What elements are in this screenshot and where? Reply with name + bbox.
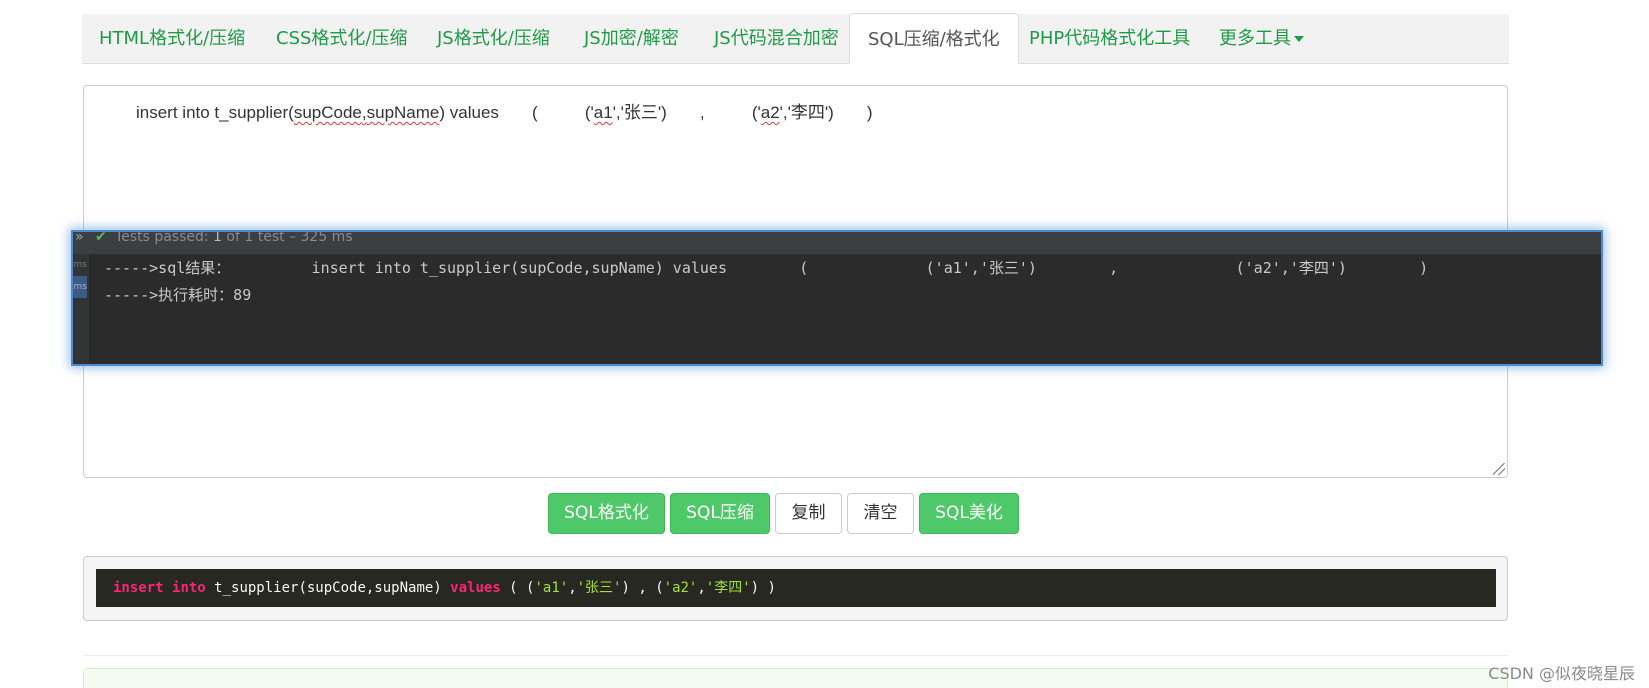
page: HTML格式化/压缩 CSS格式化/压缩 JS格式化/压缩 JS加密/解密 JS… <box>0 0 1649 688</box>
gutter-marker: ms <box>73 260 87 270</box>
tab-css-format[interactable]: CSS格式化/压缩 <box>276 14 407 63</box>
sql-output-panel: insert into t_supplier(supCode,supName) … <box>83 556 1508 621</box>
console-header: » ✔ Tests passed: 1 of 1 test – 325 ms <box>73 232 1601 254</box>
clear-button[interactable]: 清空 <box>847 493 914 534</box>
sql-output-code: insert into t_supplier(supCode,supName) … <box>96 569 1496 607</box>
sql-input-text: insert into t_supplier(supCode,supName) … <box>136 103 873 122</box>
tab-more-tools[interactable]: 更多工具 <box>1219 14 1304 63</box>
tab-js-encrypt[interactable]: JS加密/解密 <box>584 14 679 63</box>
tab-php-format[interactable]: PHP代码格式化工具 <box>1029 14 1190 63</box>
watermark: CSDN @似夜晓星辰 <box>1488 664 1635 683</box>
tab-html-format[interactable]: HTML格式化/压缩 <box>99 14 245 63</box>
tab-more-tools-label: 更多工具 <box>1219 28 1291 49</box>
tests-status: Tests passed: 1 of 1 test – 325 ms <box>115 232 353 245</box>
copy-button[interactable]: 复制 <box>775 493 842 534</box>
sql-compress-button[interactable]: SQL压缩 <box>670 493 770 534</box>
caret-down-icon <box>1294 36 1304 42</box>
console-line-sql-result: ----->sql结果： insert into t_supplier(supC… <box>104 259 1429 277</box>
tab-sql-format[interactable]: SQL压缩/格式化 <box>849 13 1019 64</box>
ide-console-overlay: » ✔ Tests passed: 1 of 1 test – 325 ms m… <box>73 232 1601 364</box>
tab-js-obfuscate[interactable]: JS代码混合加密 <box>714 14 839 63</box>
sql-format-button[interactable]: SQL格式化 <box>548 493 665 534</box>
gutter-marker-selected: ms <box>73 276 87 298</box>
sql-beautify-button[interactable]: SQL美化 <box>919 493 1019 534</box>
resize-grip-icon[interactable] <box>1493 463 1505 475</box>
check-icon: ✔ <box>95 232 107 245</box>
double-chevron-icon[interactable]: » <box>75 232 84 244</box>
tool-tab-bar: HTML格式化/压缩 CSS格式化/压缩 JS格式化/压缩 JS加密/解密 JS… <box>82 13 1509 64</box>
console-gutter: ms ms <box>73 254 89 364</box>
info-panel <box>83 668 1508 688</box>
tab-js-format[interactable]: JS格式化/压缩 <box>437 14 550 63</box>
divider <box>83 655 1508 656</box>
console-line-elapsed: ----->执行耗时：89 <box>104 286 252 304</box>
